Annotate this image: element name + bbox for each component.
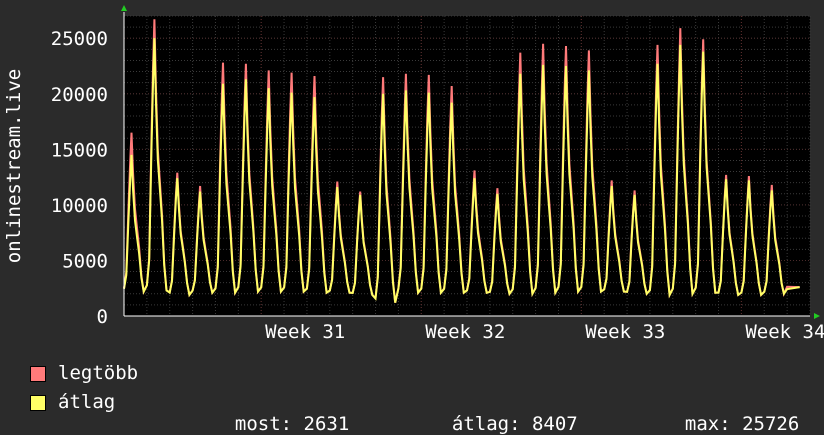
stat-average-label: átlag: [451,413,521,435]
stat-maximum: max: 25726 [662,391,799,435]
legend-swatch-avg [30,395,46,411]
legend-label-max: legtöbb [58,362,139,384]
y-tick-label: 0 [97,306,108,328]
x-tick-label: Week 32 [425,321,505,343]
x-tick-label: Week 34 [745,321,824,343]
y-tick-label: 5000 [62,250,108,272]
x-tick-label: Week 33 [585,321,665,343]
legend-swatch-max [30,366,46,382]
stat-current-label: most: [234,413,293,435]
y-tick-label: 20000 [51,84,108,106]
stat-average: átlag: 8407 [429,391,578,435]
y-axis-arrow [121,5,127,11]
stat-current: most: 2631 [212,391,349,435]
x-tick-label: Week 31 [265,321,345,343]
y-axis-label: onlinestream.live [3,69,25,263]
x-axis-arrow [814,313,820,319]
stat-average-value: 8407 [531,413,578,435]
y-tick-label: 10000 [51,195,108,217]
stat-current-value: 2631 [303,413,350,435]
y-tick-label: 15000 [51,139,108,161]
y-tick-label: 25000 [51,28,108,50]
stat-maximum-label: max: [684,413,731,435]
stat-maximum-value: 25726 [742,413,800,435]
legend-label-avg: átlag [58,391,116,413]
